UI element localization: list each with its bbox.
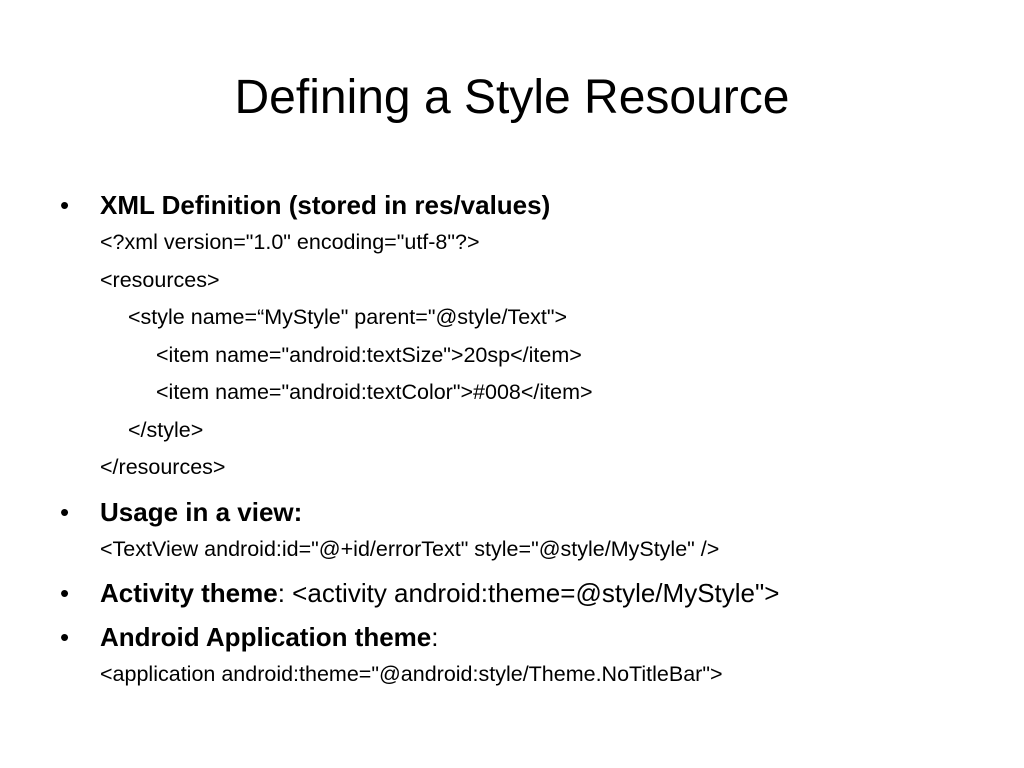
bullet-heading-text: Android Application theme xyxy=(100,622,432,652)
bullet-item-application-theme: • Android Application theme: <applicatio… xyxy=(58,618,998,694)
code-line: <?xml version="1.0" encoding="utf-8"?> xyxy=(100,230,480,254)
slide: Defining a Style Resource • XML Definiti… xyxy=(0,0,1024,768)
bullet-heading-suffix: : xyxy=(431,622,439,652)
bullet-glyph: • xyxy=(60,578,70,608)
code-line: <TextView android:id="@+id/errorText" st… xyxy=(100,536,720,561)
code-line: </resources> xyxy=(100,455,226,479)
bullet-heading: Android Application theme: xyxy=(100,618,998,656)
code-line: </style> xyxy=(128,417,204,442)
bullet-item-xml-definition: • XML Definition (stored in res/values) … xyxy=(58,186,998,487)
bullet-heading-text: Activity theme xyxy=(100,578,278,608)
bullet-glyph: • xyxy=(60,190,70,220)
code-line: <style name=“MyStyle" parent="@style/Tex… xyxy=(128,305,568,329)
bullet-heading-suffix: : <activity android:theme=@style/MyStyle… xyxy=(277,578,780,608)
bullet-item-activity-theme: • Activity theme: <activity android:them… xyxy=(58,574,998,612)
bullet-heading-text: XML Definition (stored in res/values) xyxy=(100,190,551,220)
bullet-glyph: • xyxy=(60,496,70,527)
slide-title: Defining a Style Resource xyxy=(234,71,790,124)
bullet-heading: Usage in a view: xyxy=(100,493,998,531)
bullet-list: • XML Definition (stored in res/values) … xyxy=(58,186,998,700)
bullet-heading-text: Usage in a view: xyxy=(100,496,303,527)
code-line: <item name="android:textColor">#008</ite… xyxy=(156,380,593,404)
code-line: <resources> xyxy=(100,267,220,292)
bullet-glyph: • xyxy=(60,622,70,652)
bullet-heading: Activity theme: <activity android:theme=… xyxy=(100,574,998,612)
code-line: <application android:theme="@android:sty… xyxy=(100,662,723,686)
bullet-heading: XML Definition (stored in res/values) xyxy=(100,186,998,224)
bullet-item-usage-in-view: • Usage in a view: <TextView android:id=… xyxy=(58,493,998,569)
code-line: <item name="android:textSize">20sp</item… xyxy=(156,342,582,367)
